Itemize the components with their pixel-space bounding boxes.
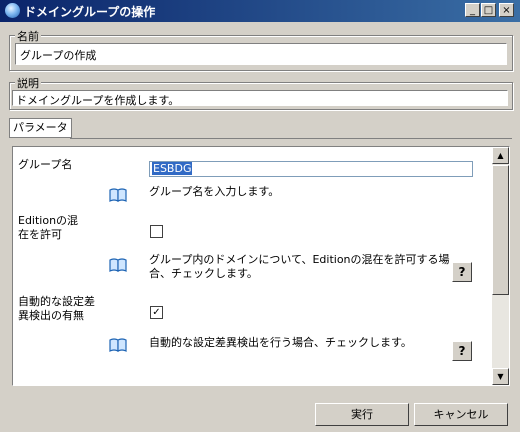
- description-field: ドメイングループを作成します。: [12, 90, 508, 107]
- app-globe-icon: [5, 3, 20, 18]
- edition-help-line1: グループ内のドメインについて、Editionの混在を許可する場: [149, 253, 450, 266]
- tab-strip: [70, 118, 512, 139]
- auto-detect-checkbox[interactable]: ✓: [150, 306, 163, 319]
- window-title: ドメイングループの操作: [24, 5, 156, 19]
- auto-detect-help: 自動的な設定差異検出を行う場合、チェックします。: [149, 336, 412, 349]
- minimize-button[interactable]: _: [465, 3, 480, 17]
- edition-help-line2: 合、チェックします。: [149, 267, 258, 280]
- maximize-button[interactable]: □: [481, 3, 496, 17]
- help-book-icon: [109, 188, 127, 202]
- tab-parameters[interactable]: パラメータ: [9, 118, 72, 138]
- auto-detect-label-line2: 異検出の有無: [18, 309, 84, 322]
- edition-help-button[interactable]: ?: [452, 262, 472, 282]
- help-book-icon: [109, 258, 127, 272]
- cancel-button[interactable]: キャンセル: [414, 403, 508, 426]
- close-button[interactable]: ×: [499, 3, 514, 17]
- edition-label-line2: 在を許可: [18, 228, 62, 241]
- vertical-scrollbar[interactable]: ▲ ▼: [492, 147, 509, 385]
- edition-checkbox[interactable]: [150, 225, 163, 238]
- parameter-panel: グループ名 ESBDG グループ名を入力します。 Editionの混 在を許可 …: [12, 146, 510, 386]
- description-legend: 説明: [15, 75, 41, 91]
- auto-detect-help-button[interactable]: ?: [452, 341, 472, 361]
- help-book-icon: [109, 338, 127, 352]
- name-field: グループの作成: [15, 43, 507, 65]
- execute-button[interactable]: 実行: [315, 403, 409, 426]
- group-name-input[interactable]: ESBDG: [149, 161, 473, 177]
- scroll-up-button[interactable]: ▲: [492, 147, 509, 164]
- scroll-thumb[interactable]: [492, 165, 509, 295]
- group-name-value: ESBDG: [152, 162, 193, 175]
- scroll-down-button[interactable]: ▼: [492, 368, 509, 385]
- group-name-help: グループ名を入力します。: [149, 185, 280, 198]
- auto-detect-label-line1: 自動的な設定差: [18, 295, 95, 308]
- name-legend: 名前: [15, 28, 41, 44]
- group-name-label: グループ名: [18, 158, 73, 171]
- title-bar: ドメイングループの操作 _ □ ×: [0, 0, 520, 22]
- edition-label-line1: Editionの混: [18, 214, 79, 227]
